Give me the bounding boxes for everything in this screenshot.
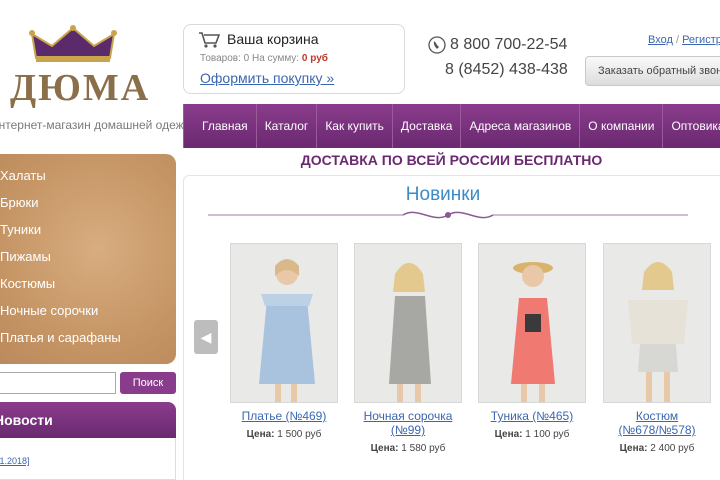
product-card[interactable]: Костюм (№678/№578) Цена: 2 400 руб xyxy=(603,243,711,454)
model-figure-icon xyxy=(511,262,555,402)
catalog-item-dresses[interactable]: Платья и сарафаны xyxy=(0,324,176,351)
price-label: Цена: xyxy=(246,429,275,440)
product-photo[interactable] xyxy=(230,243,338,403)
product-photo[interactable] xyxy=(478,243,586,403)
nav-item-about[interactable]: О компании xyxy=(580,104,664,148)
product-name[interactable]: Туника (№465) xyxy=(478,409,586,423)
cart-items-label: Товаров: xyxy=(200,53,241,64)
nav-item-delivery[interactable]: Доставка xyxy=(393,104,462,148)
product-price: Цена: 2 400 руб xyxy=(603,443,711,454)
price-value: 1 500 руб xyxy=(277,429,322,440)
register-link[interactable]: Регистрация xyxy=(682,34,720,46)
news-heading: Новости xyxy=(0,402,176,438)
cart-sum-label: На сумму: xyxy=(252,53,300,64)
model-figure-icon xyxy=(628,262,688,402)
crown-icon xyxy=(29,25,117,62)
product-card[interactable]: Платье (№469) Цена: 1 500 руб xyxy=(230,243,338,440)
price-label: Цена: xyxy=(494,429,523,440)
phone-icon xyxy=(428,36,446,54)
shopping-cart-icon xyxy=(199,32,220,48)
checkout-link[interactable]: Оформить покупку » xyxy=(200,70,334,86)
price-value: 1 580 руб xyxy=(401,443,446,454)
price-label: Цена: xyxy=(370,443,399,454)
product-photo[interactable] xyxy=(603,243,711,403)
catalog-item-suits[interactable]: Костюмы xyxy=(0,270,176,297)
product-name[interactable]: Ночная сорочка (№99) xyxy=(354,409,462,437)
cart-sum-value: 0 руб xyxy=(301,53,328,64)
product-name[interactable]: Костюм (№678/№578) xyxy=(603,409,711,437)
product-card[interactable]: Туника (№465) Цена: 1 100 руб xyxy=(478,243,586,440)
catalog-menu: Халаты Брюки Туники Пижамы Костюмы Ночны… xyxy=(0,154,176,364)
login-link[interactable]: Вход xyxy=(648,34,673,46)
catalog-item-pajamas[interactable]: Пижамы xyxy=(0,243,176,270)
cart-items-count: 0 xyxy=(243,53,250,64)
nav-item-home[interactable]: Главная xyxy=(183,104,257,148)
nav-item-how-to-buy[interactable]: Как купить xyxy=(317,104,393,148)
cart-summary: Товаров: 0 На сумму: 0 руб xyxy=(200,53,328,64)
search-input[interactable] xyxy=(0,372,116,394)
cart-widget: Ваша корзина Товаров: 0 На сумму: 0 руб … xyxy=(183,24,405,94)
phone-number-primary[interactable]: 8 800 700-22-54 xyxy=(450,36,567,54)
product-price: Цена: 1 500 руб xyxy=(230,429,338,440)
search-button[interactable]: Поиск xyxy=(120,372,176,394)
price-value: 2 400 руб xyxy=(650,443,695,454)
product-price: Цена: 1 580 руб xyxy=(354,443,462,454)
price-label: Цена: xyxy=(619,443,648,454)
nav-item-store-addresses[interactable]: Адреса магазинов xyxy=(461,104,581,148)
product-photo[interactable] xyxy=(354,243,462,403)
model-figure-icon xyxy=(259,259,315,402)
tagline: Интернет-магазин домашней одежды xyxy=(0,118,200,132)
carousel-prev-button[interactable]: ◀ xyxy=(194,320,218,354)
news-date[interactable]: [01.2018] xyxy=(0,456,30,466)
nav-item-catalog[interactable]: Каталог xyxy=(257,104,318,148)
auth-separator: / xyxy=(675,34,680,46)
model-figure-icon xyxy=(389,263,431,402)
ornament-divider-icon xyxy=(208,211,688,219)
product-price: Цена: 1 100 руб xyxy=(478,429,586,440)
phone-number-secondary[interactable]: 8 (8452) 438-438 xyxy=(445,61,568,79)
brand-name: ДЮМА xyxy=(10,67,151,109)
catalog-item-tunics[interactable]: Туники xyxy=(0,216,176,243)
product-card[interactable]: Ночная сорочка (№99) Цена: 1 580 руб xyxy=(354,243,462,454)
product-name[interactable]: Платье (№469) xyxy=(230,409,338,423)
delivery-banner: ДОСТАВКА ПО ВСЕЙ РОССИИ БЕСПЛАТНО xyxy=(300,152,603,168)
callback-button[interactable]: Заказать обратный звонок xyxy=(585,56,720,86)
section-title: Новинки xyxy=(405,184,481,205)
cart-title: Ваша корзина xyxy=(227,31,319,47)
nav-item-wholesale[interactable]: Оптовикам xyxy=(663,104,720,148)
auth-links: Вход / Регистрация xyxy=(648,34,720,46)
price-value: 1 100 руб xyxy=(525,429,570,440)
arrow-left-icon: ◀ xyxy=(200,329,212,345)
catalog-item-nightgowns[interactable]: Ночные сорочки xyxy=(0,297,176,324)
catalog-item-trousers[interactable]: Брюки xyxy=(0,189,176,216)
main-nav: Главная Каталог Как купить Доставка Адре… xyxy=(183,104,720,148)
catalog-item-robes[interactable]: Халаты xyxy=(0,162,176,189)
